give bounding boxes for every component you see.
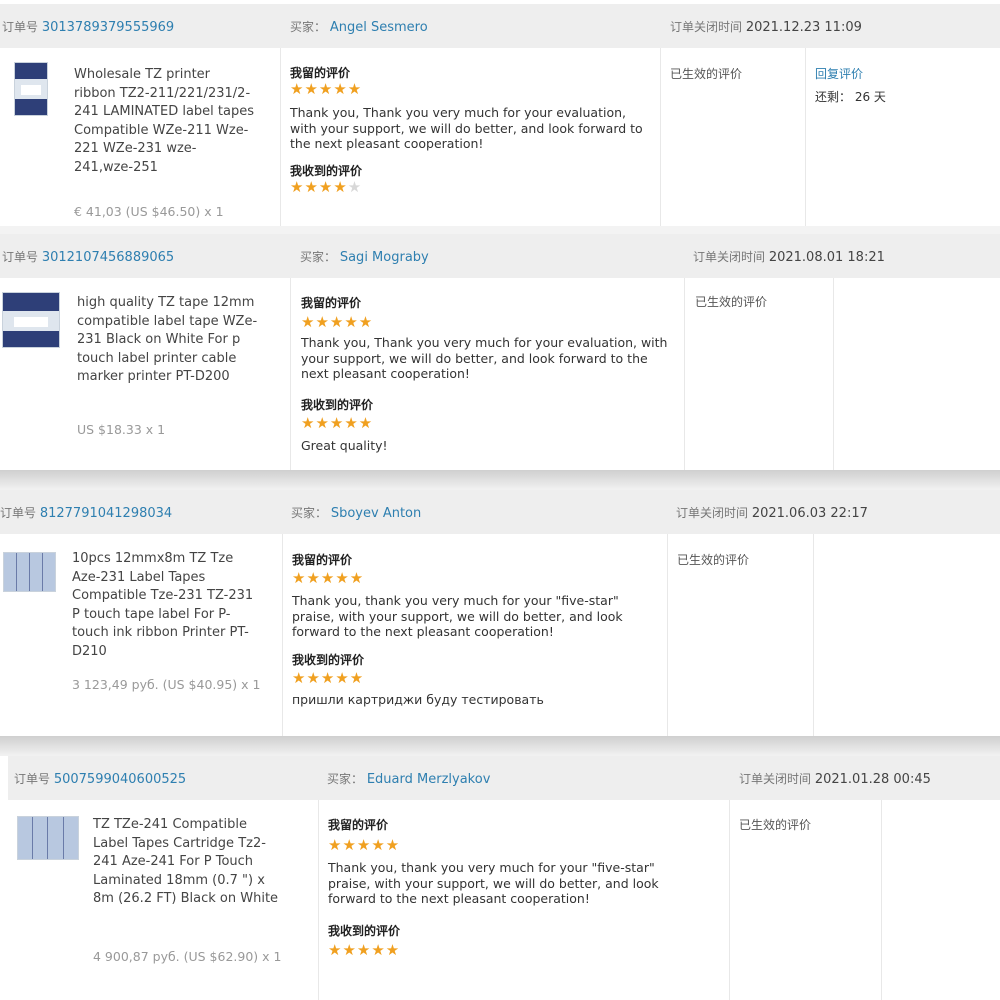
- my-review-text: Thank you, Thank you very much for your …: [301, 335, 668, 381]
- order-number-label: 订单号: [0, 506, 37, 520]
- reply-review-link[interactable]: 回复评价: [815, 65, 863, 82]
- card-divider: [0, 736, 1000, 756]
- closed-time-label: 订单关闭时间: [739, 772, 812, 786]
- my-review-stars: ★★★★★: [328, 836, 401, 854]
- order-card: 订单号 3013789379555969 买家： Angel Sesmero 订…: [0, 4, 1000, 226]
- received-review-label: 我收到的评价: [290, 164, 363, 178]
- order-header: 订单号 8127791041298034 买家： Sboyev Anton 订单…: [0, 490, 1000, 534]
- card-divider: [0, 226, 1000, 234]
- buyer-name-link[interactable]: Eduard Merzlyakov: [367, 772, 491, 787]
- product-price: 4 900,87 руб. (US $62.90) x 1: [93, 949, 282, 964]
- received-review-stars: ★★★★★: [328, 941, 401, 959]
- received-review-stars: ★★★★★: [301, 414, 374, 432]
- received-review-label: 我收到的评价: [292, 653, 365, 667]
- order-card: 订单号 3012107456889065 买家： Sagi Mograby 订单…: [0, 234, 1000, 470]
- product-name-link[interactable]: Wholesale TZ printer ribbon TZ2-211/221/…: [74, 66, 254, 177]
- my-review-stars: ★★★★★: [301, 313, 374, 331]
- buyer-label: 买家：: [290, 20, 327, 34]
- order-number-label: 订单号: [14, 772, 51, 786]
- review-status: 已生效的评价: [677, 553, 750, 567]
- my-review-stars: ★★★★★: [292, 569, 365, 587]
- order-number-link[interactable]: 5007599040600525: [54, 772, 186, 787]
- product-thumbnail[interactable]: [17, 816, 79, 860]
- my-review-label: 我留的评价: [292, 553, 353, 567]
- closed-time-label: 订单关闭时间: [670, 20, 743, 34]
- received-review-text: пришли картриджи буду тестировать: [292, 692, 544, 707]
- received-review-label: 我收到的评价: [328, 924, 401, 938]
- product-name-link[interactable]: high quality TZ tape 12mm compatible lab…: [77, 294, 267, 387]
- review-status: 已生效的评价: [670, 67, 743, 81]
- product-thumbnail[interactable]: [14, 62, 48, 116]
- buyer-name-link[interactable]: Sagi Mograby: [340, 250, 429, 265]
- column-divider: [729, 800, 730, 1000]
- order-card: 订单号 5007599040600525 买家： Eduard Merzlyak…: [8, 756, 1000, 1000]
- my-review-stars: ★★★★★: [290, 80, 363, 98]
- buyer-label: 买家：: [291, 506, 328, 520]
- product-thumbnail[interactable]: [3, 552, 56, 592]
- review-status: 已生效的评价: [695, 295, 768, 309]
- product-price: US $18.33 x 1: [77, 422, 166, 437]
- card-divider: [0, 470, 1000, 490]
- buyer-label: 买家：: [300, 250, 337, 264]
- buyer-name-link[interactable]: Angel Sesmero: [330, 20, 428, 35]
- order-header: 订单号 5007599040600525 买家： Eduard Merzlyak…: [8, 756, 1000, 800]
- order-number-link[interactable]: 3012107456889065: [42, 250, 174, 265]
- my-review-label: 我留的评价: [290, 66, 351, 80]
- product-price: 3 123,49 руб. (US $40.95) x 1: [72, 677, 261, 692]
- column-divider: [805, 48, 806, 226]
- column-divider: [667, 534, 668, 736]
- received-review-label: 我收到的评价: [301, 398, 374, 412]
- remaining-days: 还剩： 26 天: [815, 90, 886, 104]
- my-review-label: 我留的评价: [328, 818, 389, 832]
- column-divider: [282, 534, 283, 736]
- order-number-label: 订单号: [2, 250, 39, 264]
- order-card: 订单号 8127791041298034 买家： Sboyev Anton 订单…: [0, 490, 1000, 736]
- buyer-name-link[interactable]: Sboyev Anton: [331, 506, 421, 521]
- column-divider: [813, 534, 814, 736]
- closed-time-value: 2021.06.03 22:17: [751, 506, 868, 521]
- buyer-label: 买家：: [327, 772, 364, 786]
- received-review-stars: ★★★★★: [292, 669, 365, 687]
- closed-time-label: 订单关闭时间: [676, 506, 749, 520]
- column-divider: [881, 800, 882, 1000]
- closed-time-label: 订单关闭时间: [693, 250, 766, 264]
- order-number-label: 订单号: [2, 20, 39, 34]
- my-review-label: 我留的评价: [301, 296, 362, 310]
- my-review-text: Thank you, thank you very much for your …: [292, 593, 623, 639]
- column-divider: [660, 48, 661, 226]
- review-status: 已生效的评价: [739, 818, 812, 832]
- my-review-text: Thank you, Thank you very much for your …: [290, 105, 643, 151]
- my-review-text: Thank you, thank you very much for your …: [328, 860, 659, 906]
- column-divider: [318, 800, 319, 1000]
- closed-time-value: 2021.01.28 00:45: [814, 772, 931, 787]
- closed-time-value: 2021.08.01 18:21: [768, 250, 885, 265]
- product-price: € 41,03 (US $46.50) x 1: [74, 204, 224, 219]
- column-divider: [280, 48, 281, 226]
- column-divider: [833, 278, 834, 470]
- received-review-text: Great quality!: [301, 438, 388, 453]
- order-header: 订单号 3012107456889065 买家： Sagi Mograby 订单…: [0, 234, 1000, 278]
- order-header: 订单号 3013789379555969 买家： Angel Sesmero 订…: [0, 4, 1000, 48]
- order-number-link[interactable]: 3013789379555969: [42, 20, 174, 35]
- closed-time-value: 2021.12.23 11:09: [745, 20, 862, 35]
- column-divider: [684, 278, 685, 470]
- product-name-link[interactable]: TZ TZe-241 Compatible Label Tapes Cartri…: [93, 816, 283, 909]
- order-number-link[interactable]: 8127791041298034: [40, 506, 172, 521]
- product-name-link[interactable]: 10pcs 12mmx8m TZ Tze Aze-231 Label Tapes…: [72, 550, 257, 661]
- product-thumbnail[interactable]: [2, 292, 60, 348]
- received-review-stars: ★★★★★: [290, 178, 363, 196]
- column-divider: [290, 278, 291, 470]
